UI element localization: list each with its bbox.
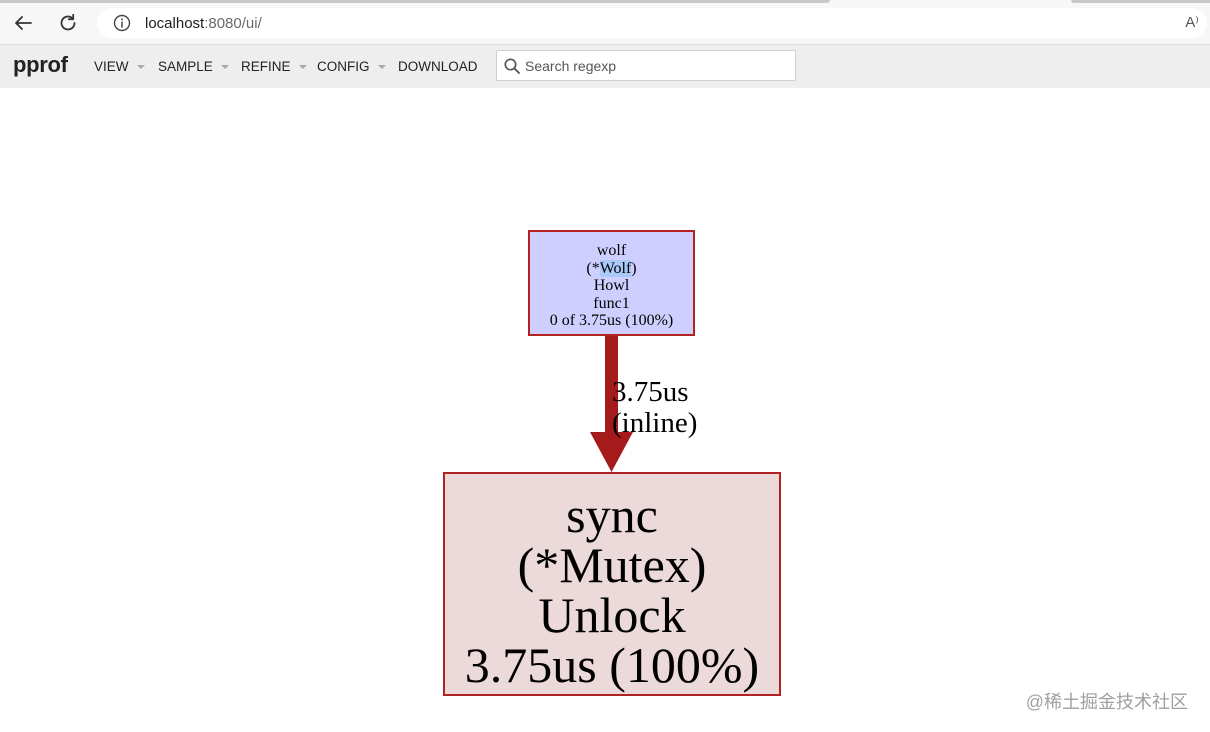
chevron-down-icon	[377, 64, 386, 69]
node-receiver: (*Wolf)	[586, 259, 637, 277]
url-text[interactable]: localhost:8080/ui/	[145, 15, 262, 32]
search-icon	[504, 58, 520, 74]
edge-inline-note: (inline)	[612, 407, 698, 439]
node-package: wolf	[596, 242, 627, 259]
menu-config[interactable]: CONFIG	[317, 59, 386, 74]
chevron-down-icon	[220, 64, 229, 69]
search-box	[496, 50, 796, 81]
tab-strip	[0, 0, 830, 3]
url-path: :8080/ui/	[204, 15, 262, 32]
address-bar[interactable]: localhost:8080/ui/ A⁾	[97, 8, 1207, 38]
back-arrow-icon	[15, 16, 32, 30]
back-button[interactable]	[10, 10, 36, 36]
node-function: Howl	[593, 277, 630, 295]
menu-label: DOWNLOAD	[398, 59, 478, 74]
menu-label: VIEW	[94, 59, 129, 74]
search-input[interactable]	[525, 54, 787, 77]
chevron-down-icon	[136, 64, 145, 69]
watermark: @稀土掘金技术社区	[1025, 692, 1188, 712]
browser-toolbar: localhost:8080/ui/ A⁾	[0, 0, 1210, 45]
node-cost: 0 of 3.75us (100%)	[549, 312, 674, 330]
url-host: localhost	[145, 15, 205, 32]
node-closure: func1	[593, 294, 630, 312]
node-cost: 3.75us (100%)	[464, 637, 760, 693]
node-function: Unlock	[538, 587, 686, 643]
graph-node-callee[interactable]: sync (*Mutex) Unlock 3.75us (100%)	[443, 472, 781, 696]
call-graph: wolf (*Wolf) Howl func1 0 of 3.75us (100…	[0, 88, 1210, 732]
read-aloud-icon[interactable]: A⁾	[1185, 13, 1199, 31]
pprof-header: pprof VIEW SAMPLE REFINE CONFIG DOWNLOAD	[0, 45, 1210, 88]
info-icon[interactable]	[113, 14, 131, 32]
highlighted-text: Wolf	[599, 259, 632, 277]
menu-refine[interactable]: REFINE	[241, 59, 307, 74]
menu-sample[interactable]: SAMPLE	[158, 59, 229, 74]
menu-label: CONFIG	[317, 59, 370, 74]
menu-download[interactable]: DOWNLOAD	[398, 59, 478, 74]
reload-icon	[60, 13, 76, 31]
edge-label: 3.75us (inline)	[612, 377, 697, 439]
menu-view[interactable]: VIEW	[94, 59, 145, 74]
reload-button[interactable]	[55, 10, 81, 36]
graph-node-caller[interactable]: wolf (*Wolf) Howl func1 0 of 3.75us (100…	[528, 230, 695, 336]
pprof-logo: pprof	[13, 52, 68, 77]
tab-strip	[1071, 0, 1210, 3]
node-receiver: (*Mutex)	[517, 537, 707, 593]
menu-label: REFINE	[241, 59, 291, 74]
edge-weight: 3.75us	[612, 376, 689, 408]
chevron-down-icon	[298, 64, 307, 69]
node-package: sync	[566, 487, 658, 543]
menu-label: SAMPLE	[158, 59, 213, 74]
